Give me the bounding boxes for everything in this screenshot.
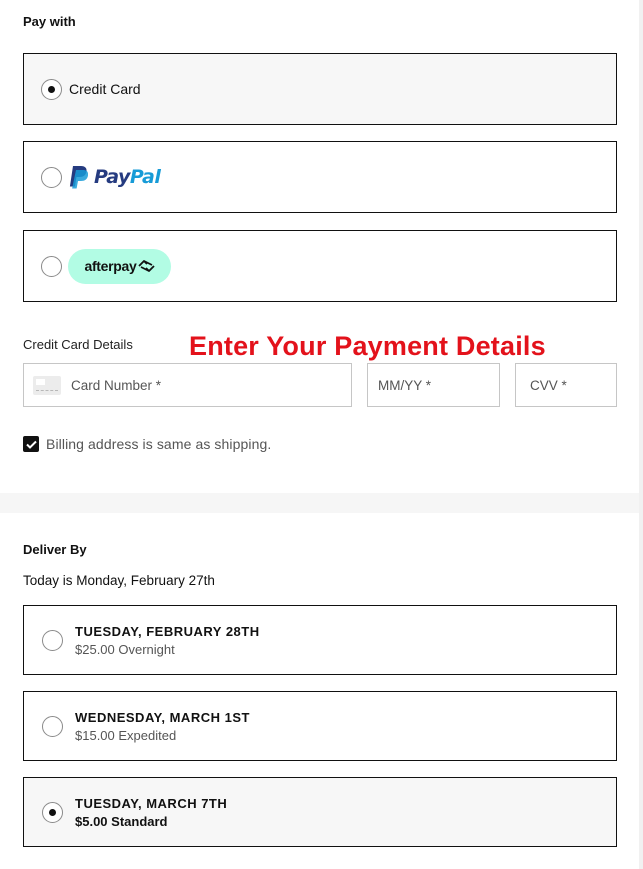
expiry-input[interactable]	[378, 364, 499, 406]
shipping-price: $5.00 Standard	[75, 813, 168, 829]
billing-same-as-shipping[interactable]: Billing address is same as shipping.	[23, 436, 271, 452]
expiry-field[interactable]	[367, 363, 500, 407]
radio-credit-card[interactable]	[41, 78, 62, 100]
payment-details-overlay-heading: Enter Your Payment Details	[189, 331, 546, 361]
radio-afterpay[interactable]	[41, 255, 62, 277]
payment-option-paypal[interactable]: PayPal	[23, 141, 617, 213]
afterpay-logo: afterpay	[68, 248, 171, 284]
card-number-input[interactable]	[71, 364, 351, 406]
paypal-wordmark: PayPal	[94, 166, 161, 188]
pay-with-title: Pay with	[23, 14, 76, 29]
deliver-by-title: Deliver By	[23, 542, 87, 557]
radio-overnight[interactable]	[42, 629, 63, 651]
radio-selected-dot	[49, 808, 56, 816]
cvv-field[interactable]	[515, 363, 617, 407]
paypal-wordmark-pal: Pal	[129, 166, 161, 188]
paypal-p-icon	[69, 166, 88, 189]
payment-option-afterpay[interactable]: afterpay	[23, 230, 617, 302]
afterpay-arrows-icon	[137, 260, 155, 272]
shipping-price: $25.00 Overnight	[75, 641, 175, 657]
paypal-logo: PayPal	[68, 165, 161, 189]
section-divider	[0, 493, 639, 513]
scrollbar[interactable]	[639, 0, 643, 869]
radio-paypal[interactable]	[41, 166, 62, 188]
billing-checkbox[interactable]	[23, 436, 39, 452]
radio-standard[interactable]	[42, 801, 63, 823]
payment-option-credit-card[interactable]: Credit Card	[23, 53, 617, 125]
today-date-text: Today is Monday, February 27th	[23, 573, 215, 588]
credit-card-label: Credit Card	[69, 81, 141, 97]
shipping-option-expedited[interactable]: WEDNESDAY, MARCH 1ST $15.00 Expedited	[23, 691, 617, 761]
credit-card-details-label: Credit Card Details	[23, 337, 133, 352]
shipping-option-standard[interactable]: TUESDAY, MARCH 7TH $5.00 Standard	[23, 777, 617, 847]
shipping-price: $15.00 Expedited	[75, 727, 177, 743]
radio-expedited[interactable]	[42, 715, 63, 737]
cvv-input[interactable]	[530, 364, 616, 406]
radio-selected-dot	[48, 85, 55, 93]
shipping-date: TUESDAY, FEBRUARY 28TH	[75, 623, 260, 639]
shipping-date: TUESDAY, MARCH 7TH	[75, 795, 228, 811]
credit-card-icon	[33, 375, 61, 395]
paypal-wordmark-pay: Pay	[94, 166, 130, 188]
checkmark-icon	[25, 440, 37, 449]
shipping-option-overnight[interactable]: TUESDAY, FEBRUARY 28TH $25.00 Overnight	[23, 605, 617, 675]
card-number-field[interactable]	[23, 363, 352, 407]
shipping-date: WEDNESDAY, MARCH 1ST	[75, 709, 250, 725]
billing-checkbox-label: Billing address is same as shipping.	[46, 436, 272, 452]
afterpay-wordmark: afterpay	[84, 258, 137, 274]
